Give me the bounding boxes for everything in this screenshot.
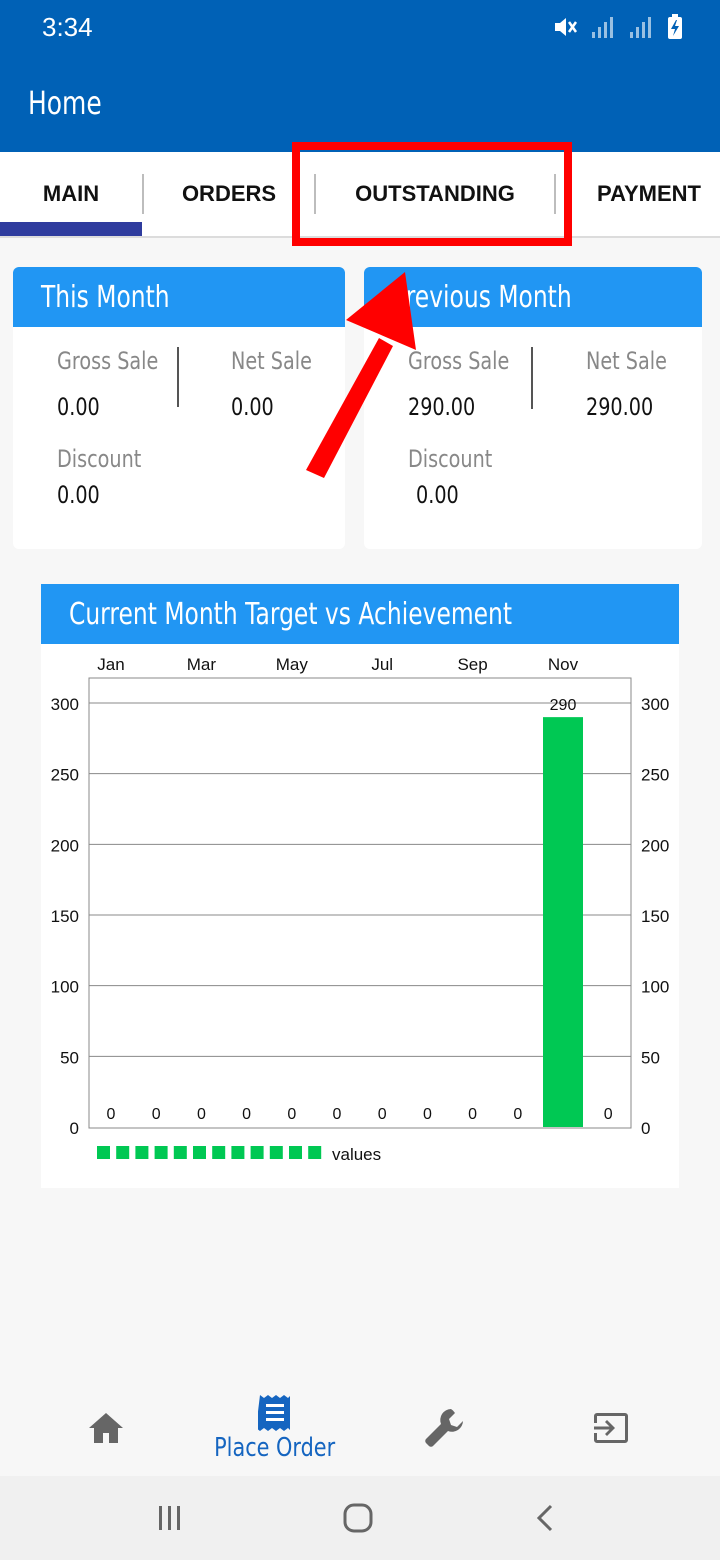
net-sale-label: Net Sale — [586, 347, 667, 375]
exit-icon — [594, 1413, 628, 1443]
receipt-icon — [258, 1395, 290, 1431]
home-icon — [89, 1413, 123, 1443]
signal-icon — [630, 17, 651, 38]
data-label: 0 — [513, 1106, 522, 1123]
data-label: 0 — [423, 1106, 432, 1123]
nav-place-order[interactable]: Place Order — [210, 1380, 340, 1476]
legend-swatch — [154, 1146, 168, 1159]
y-tick-label-right: 200 — [641, 836, 669, 855]
data-label: 0 — [152, 1106, 161, 1123]
y-tick-label-left: 200 — [51, 836, 79, 855]
x-tick-label: Sep — [457, 655, 487, 674]
divider — [177, 347, 179, 407]
page-title: Home — [28, 84, 102, 122]
net-sale-value: 0.00 — [231, 393, 274, 421]
status-bar: 3:34 — [0, 0, 720, 54]
recent-apps-button[interactable] — [140, 1476, 200, 1560]
x-tick-label: Mar — [187, 655, 217, 674]
y-tick-label-left: 50 — [60, 1048, 79, 1067]
legend-swatch — [193, 1146, 206, 1159]
x-tick-label: Jan — [97, 655, 124, 674]
tab-orders[interactable]: ORDERS — [144, 152, 314, 236]
signal-icon — [592, 17, 613, 38]
discount-value: 0.00 — [57, 481, 100, 509]
x-tick-label: May — [276, 655, 309, 674]
legend-swatch — [173, 1146, 187, 1159]
bottom-nav: Place Order — [0, 1380, 720, 1476]
gross-sale-label: Gross Sale — [408, 347, 510, 375]
y-tick-label-left: 100 — [51, 978, 79, 997]
home-button[interactable] — [328, 1476, 388, 1560]
data-label: 0 — [242, 1106, 251, 1123]
mute-icon — [555, 18, 578, 36]
wrench-icon — [425, 1409, 463, 1447]
data-label: 0 — [197, 1106, 206, 1123]
nav-tools[interactable] — [404, 1380, 484, 1476]
highlight-box — [292, 142, 572, 246]
legend-label: values — [332, 1145, 381, 1164]
data-label: 0 — [107, 1106, 116, 1123]
gross-sale-label: Gross Sale — [57, 347, 159, 375]
data-label: 0 — [378, 1106, 387, 1123]
system-nav-bar — [0, 1476, 720, 1560]
y-tick-label-right: 150 — [641, 907, 669, 926]
status-icons — [552, 14, 684, 40]
nav-home[interactable] — [66, 1380, 146, 1476]
legend-swatch — [135, 1146, 149, 1159]
card-title: Previous Month — [364, 267, 702, 327]
x-tick-label: Nov — [548, 655, 579, 674]
y-tick-label-right: 300 — [641, 695, 669, 714]
data-label: 0 — [287, 1106, 296, 1123]
net-sale-value: 290.00 — [586, 393, 654, 421]
discount-label: Discount — [57, 445, 142, 473]
back-button[interactable] — [516, 1476, 576, 1560]
y-tick-label-right: 250 — [641, 766, 669, 785]
y-tick-label-left: 300 — [51, 695, 79, 714]
card-title: This Month — [13, 267, 345, 327]
nav-logout[interactable] — [572, 1380, 652, 1476]
discount-value: 0.00 — [416, 481, 459, 509]
divider — [531, 347, 533, 409]
bar-chart: 0 0 50 50 100 100 150 150 200 200 250 250 300 300 Jan M… — [51, 655, 670, 1164]
legend-swatch — [308, 1146, 322, 1159]
bar — [543, 717, 583, 1127]
this-month-card: This Month Gross Sale 0.00 Net Sale 0.00… — [13, 267, 345, 549]
legend-swatch — [231, 1146, 245, 1159]
discount-label: Discount — [408, 445, 493, 473]
target-achievement-chart-card: Current Month Target vs Achievement 0 0 50… — [41, 584, 679, 1188]
data-label: 290 — [550, 697, 577, 714]
legend-swatch — [269, 1146, 283, 1159]
recent-apps-icon — [159, 1506, 180, 1530]
status-time: 3:34 — [42, 12, 93, 42]
gross-sale-value: 290.00 — [408, 393, 476, 421]
y-tick-label-left: 250 — [51, 766, 79, 785]
tab-payment[interactable]: PAYMENT — [556, 152, 720, 236]
x-tick-label: Jul — [371, 655, 393, 674]
y-tick-label-left: 150 — [51, 907, 79, 926]
tab-active-indicator — [0, 222, 142, 236]
legend-swatch — [116, 1146, 130, 1159]
gross-sale-value: 0.00 — [57, 393, 100, 421]
net-sale-label: Net Sale — [231, 347, 312, 375]
previous-month-card: Previous Month Gross Sale 290.00 Net Sal… — [364, 267, 702, 549]
battery-charging-icon — [668, 14, 682, 39]
nav-place-order-label: Place Order — [214, 1433, 336, 1463]
chart-title: Current Month Target vs Achievement — [41, 584, 679, 644]
data-label: 0 — [333, 1106, 342, 1123]
legend-swatch — [212, 1146, 226, 1159]
legend-swatch — [289, 1146, 302, 1159]
legend-swatch — [250, 1146, 264, 1159]
y-tick-label-right: 50 — [641, 1048, 660, 1067]
home-circle-icon — [343, 1503, 373, 1533]
legend-swatch — [97, 1146, 110, 1159]
y-tick-label-right: 0 — [641, 1119, 650, 1138]
y-tick-label-right: 100 — [641, 978, 669, 997]
data-label: 0 — [604, 1106, 613, 1123]
data-label: 0 — [468, 1106, 477, 1123]
y-tick-label-left: 0 — [70, 1119, 79, 1138]
app-bar: Home — [0, 54, 720, 152]
back-icon — [536, 1504, 553, 1532]
